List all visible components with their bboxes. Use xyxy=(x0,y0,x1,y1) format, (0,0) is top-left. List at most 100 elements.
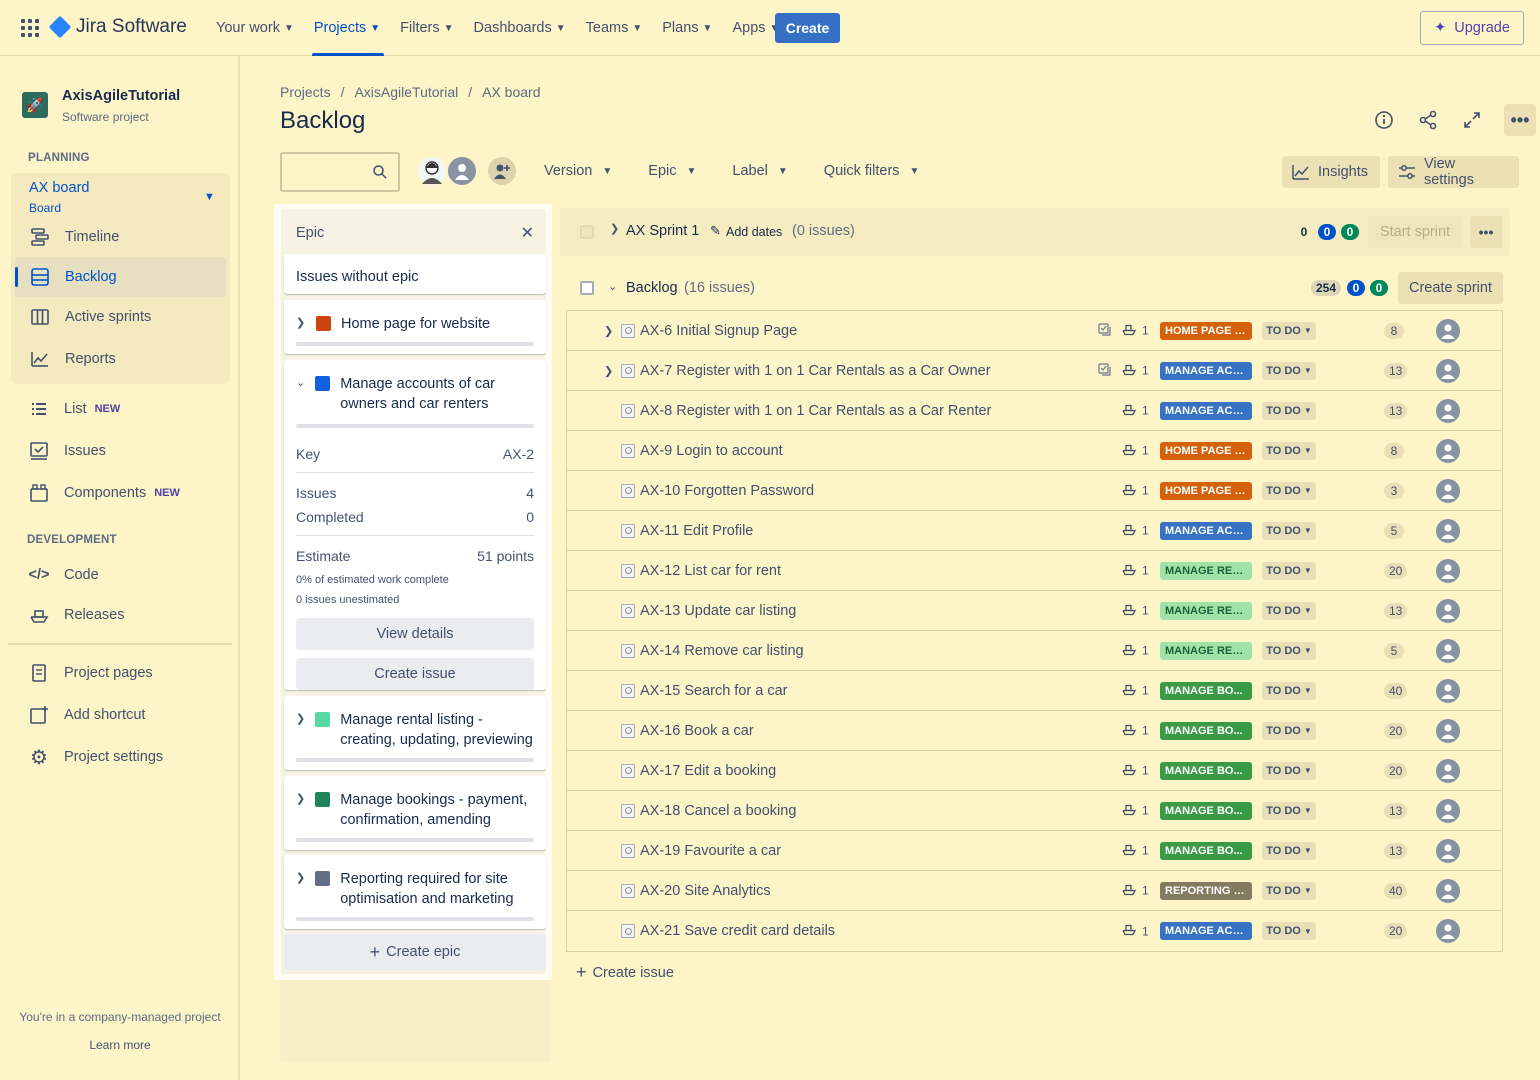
view-details-button[interactable]: View details xyxy=(296,618,534,650)
status-dropdown[interactable]: TO DO ▼ xyxy=(1262,922,1316,940)
issue-row[interactable]: AX-19 Favourite a car 1 MANAGE BO... TO DO ▼… xyxy=(567,831,1502,871)
status-dropdown[interactable]: TO DO ▼ xyxy=(1262,401,1316,420)
status-dropdown[interactable]: TO DO ▼ xyxy=(1262,801,1316,820)
add-people-icon[interactable] xyxy=(486,155,518,187)
assignee-avatar[interactable] xyxy=(1436,678,1460,703)
issue-row[interactable]: AX-13 Update car listing 1 MANAGE REN... TO… xyxy=(567,591,1502,631)
status-dropdown[interactable]: TO DO ▼ xyxy=(1262,881,1316,900)
issue-row[interactable]: AX-9 Login to account 1 HOME PAGE F... TO D… xyxy=(567,431,1502,471)
assignee-avatar[interactable] xyxy=(1436,718,1460,743)
issue-summary[interactable]: AX-9 Login to account xyxy=(640,443,783,459)
issues-without-epic[interactable]: Issues without epic xyxy=(284,254,546,294)
sidebar-item-project-settings[interactable]: ⚙ Project settings xyxy=(28,745,163,769)
board-selector[interactable]: AX board Board xyxy=(29,180,89,215)
assignee-avatar[interactable] xyxy=(1436,398,1460,423)
label-filter[interactable]: Label ▼ xyxy=(732,163,787,179)
issue-row[interactable]: AX-10 Forgotten Password 1 HOME PAGE F... T… xyxy=(567,471,1502,511)
epic-lozenge[interactable]: MANAGE ACC... xyxy=(1160,922,1252,940)
add-dates-link[interactable]: Add dates xyxy=(726,225,782,239)
issue-summary[interactable]: AX-19 Favourite a car xyxy=(640,843,781,859)
issue-summary[interactable]: AX-17 Edit a booking xyxy=(640,763,776,779)
quick-filters[interactable]: Quick filters ▼ xyxy=(824,163,920,179)
breadcrumb-item[interactable]: AxisAgileTutorial xyxy=(354,84,458,100)
issue-row[interactable]: AX-21 Save credit card details 1 MANAGE AC… xyxy=(567,911,1502,951)
assignee-avatar[interactable] xyxy=(1436,518,1460,543)
nav-plans[interactable]: Plans ▼ xyxy=(662,0,722,56)
sidebar-item-active-sprints[interactable]: Active sprints xyxy=(29,305,151,329)
chevron-down-icon[interactable]: ▼ xyxy=(204,191,215,203)
sidebar-item-list[interactable]: List NEW xyxy=(28,397,120,421)
assignee-avatar[interactable] xyxy=(1436,438,1460,463)
version-filter[interactable]: Version ▼ xyxy=(544,163,612,179)
epic-card[interactable]: ❯ Manage rental listing - creating, updat… xyxy=(284,696,546,770)
start-sprint-button[interactable]: Start sprint xyxy=(1368,216,1462,248)
issue-summary[interactable]: AX-7 Register with 1 on 1 Car Rentals as… xyxy=(640,363,991,379)
assignee-avatar[interactable] xyxy=(1436,638,1460,663)
avatar[interactable] xyxy=(416,155,448,187)
issue-summary[interactable]: AX-14 Remove car listing xyxy=(640,643,804,659)
epic-lozenge[interactable]: MANAGE ACC... xyxy=(1160,361,1252,380)
status-dropdown[interactable]: TO DO ▼ xyxy=(1262,441,1316,460)
epic-lozenge[interactable]: HOME PAGE F... xyxy=(1160,321,1252,340)
assignee-avatar[interactable] xyxy=(1436,318,1460,343)
issue-row[interactable]: AX-16 Book a car 1 MANAGE BO... TO DO ▼ 20 xyxy=(567,711,1502,751)
chevron-right-icon[interactable]: ❯ xyxy=(296,316,306,329)
status-dropdown[interactable]: TO DO ▼ xyxy=(1262,321,1316,340)
close-icon[interactable]: ✕ xyxy=(521,223,534,243)
epic-card-expanded[interactable]: ⌄ Manage accounts of car owners and car r… xyxy=(284,360,546,690)
issue-summary[interactable]: AX-12 List car for rent xyxy=(640,563,781,579)
avatar[interactable] xyxy=(446,155,478,187)
issue-summary[interactable]: AX-11 Edit Profile xyxy=(640,523,753,539)
sidebar-item-timeline[interactable]: Timeline xyxy=(29,225,119,249)
nav-your-work[interactable]: Your work ▼ xyxy=(216,0,304,56)
chevron-right-icon[interactable]: ❯ xyxy=(296,712,305,725)
status-dropdown[interactable]: TO DO ▼ xyxy=(1262,361,1316,380)
epic-lozenge[interactable]: HOME PAGE F... xyxy=(1160,481,1252,500)
assignee-avatar[interactable] xyxy=(1436,478,1460,503)
chevron-down-icon[interactable]: ⌄ xyxy=(608,280,617,293)
issue-row[interactable]: AX-20 Site Analytics 1 REPORTING R... TO DO… xyxy=(567,871,1502,911)
issue-summary[interactable]: AX-10 Forgotten Password xyxy=(640,483,814,499)
chevron-right-icon[interactable]: ❯ xyxy=(604,364,613,377)
pencil-icon[interactable]: ✎ xyxy=(710,223,721,239)
sprint-checkbox[interactable] xyxy=(580,225,594,239)
issue-summary[interactable]: AX-15 Search for a car xyxy=(640,683,788,699)
epic-card[interactable]: ❯ Manage bookings - payment, confirmation… xyxy=(284,776,546,850)
epic-lozenge[interactable]: MANAGE ACC... xyxy=(1160,401,1252,420)
epic-lozenge[interactable]: MANAGE BO... xyxy=(1160,681,1252,700)
status-dropdown[interactable]: TO DO ▼ xyxy=(1262,641,1316,660)
status-dropdown[interactable]: TO DO ▼ xyxy=(1262,681,1316,700)
chevron-right-icon[interactable]: ❯ xyxy=(604,324,613,337)
epic-lozenge[interactable]: MANAGE BO... xyxy=(1160,761,1252,780)
more-actions-icon[interactable]: ••• xyxy=(1504,104,1536,136)
epic-card[interactable]: ❯ Reporting required for site optimisatio… xyxy=(284,855,546,929)
epic-lozenge[interactable]: MANAGE BO... xyxy=(1160,841,1252,860)
epic-card[interactable]: ❯ Home page for website xyxy=(284,300,546,354)
assignee-avatar[interactable] xyxy=(1436,358,1460,383)
create-sprint-button[interactable]: Create sprint xyxy=(1398,272,1503,304)
issue-row[interactable]: AX-15 Search for a car 1 MANAGE BO... TO DO… xyxy=(567,671,1502,711)
issue-row[interactable]: AX-12 List car for rent 1 MANAGE REN... TO … xyxy=(567,551,1502,591)
sidebar-item-project-pages[interactable]: Project pages xyxy=(28,661,153,685)
more-actions-icon[interactable]: ••• xyxy=(1470,216,1502,248)
nav-projects[interactable]: Projects ▼ xyxy=(311,0,390,56)
issue-row[interactable]: AX-14 Remove car listing 1 MANAGE REN... TO… xyxy=(567,631,1502,671)
chevron-right-icon[interactable]: ❯ xyxy=(296,871,305,884)
issue-row[interactable]: AX-8 Register with 1 on 1 Car Rentals as… xyxy=(567,391,1502,431)
status-dropdown[interactable]: TO DO ▼ xyxy=(1262,561,1316,580)
assignee-avatar[interactable] xyxy=(1436,758,1460,783)
assignee-avatar[interactable] xyxy=(1436,798,1460,823)
issue-row[interactable]: AX-11 Edit Profile 1 MANAGE ACC... TO DO ▼ 5 xyxy=(567,511,1502,551)
sidebar-item-add-shortcut[interactable]: Add shortcut xyxy=(28,703,145,727)
learn-more-link[interactable]: Learn more xyxy=(0,1038,240,1052)
jira-logo[interactable]: Jira Software xyxy=(48,15,187,39)
status-dropdown[interactable]: TO DO ▼ xyxy=(1262,601,1316,620)
status-dropdown[interactable]: TO DO ▼ xyxy=(1262,761,1316,780)
nav-filters[interactable]: Filters ▼ xyxy=(400,0,463,56)
epic-lozenge[interactable]: MANAGE REN... xyxy=(1160,641,1252,660)
chevron-down-icon[interactable]: ⌄ xyxy=(296,376,305,389)
epic-lozenge[interactable]: MANAGE REN... xyxy=(1160,601,1252,620)
issue-summary[interactable]: AX-20 Site Analytics xyxy=(640,883,771,899)
issue-summary[interactable]: AX-18 Cancel a booking xyxy=(640,803,796,819)
issue-summary[interactable]: AX-8 Register with 1 on 1 Car Rentals as… xyxy=(640,403,991,419)
